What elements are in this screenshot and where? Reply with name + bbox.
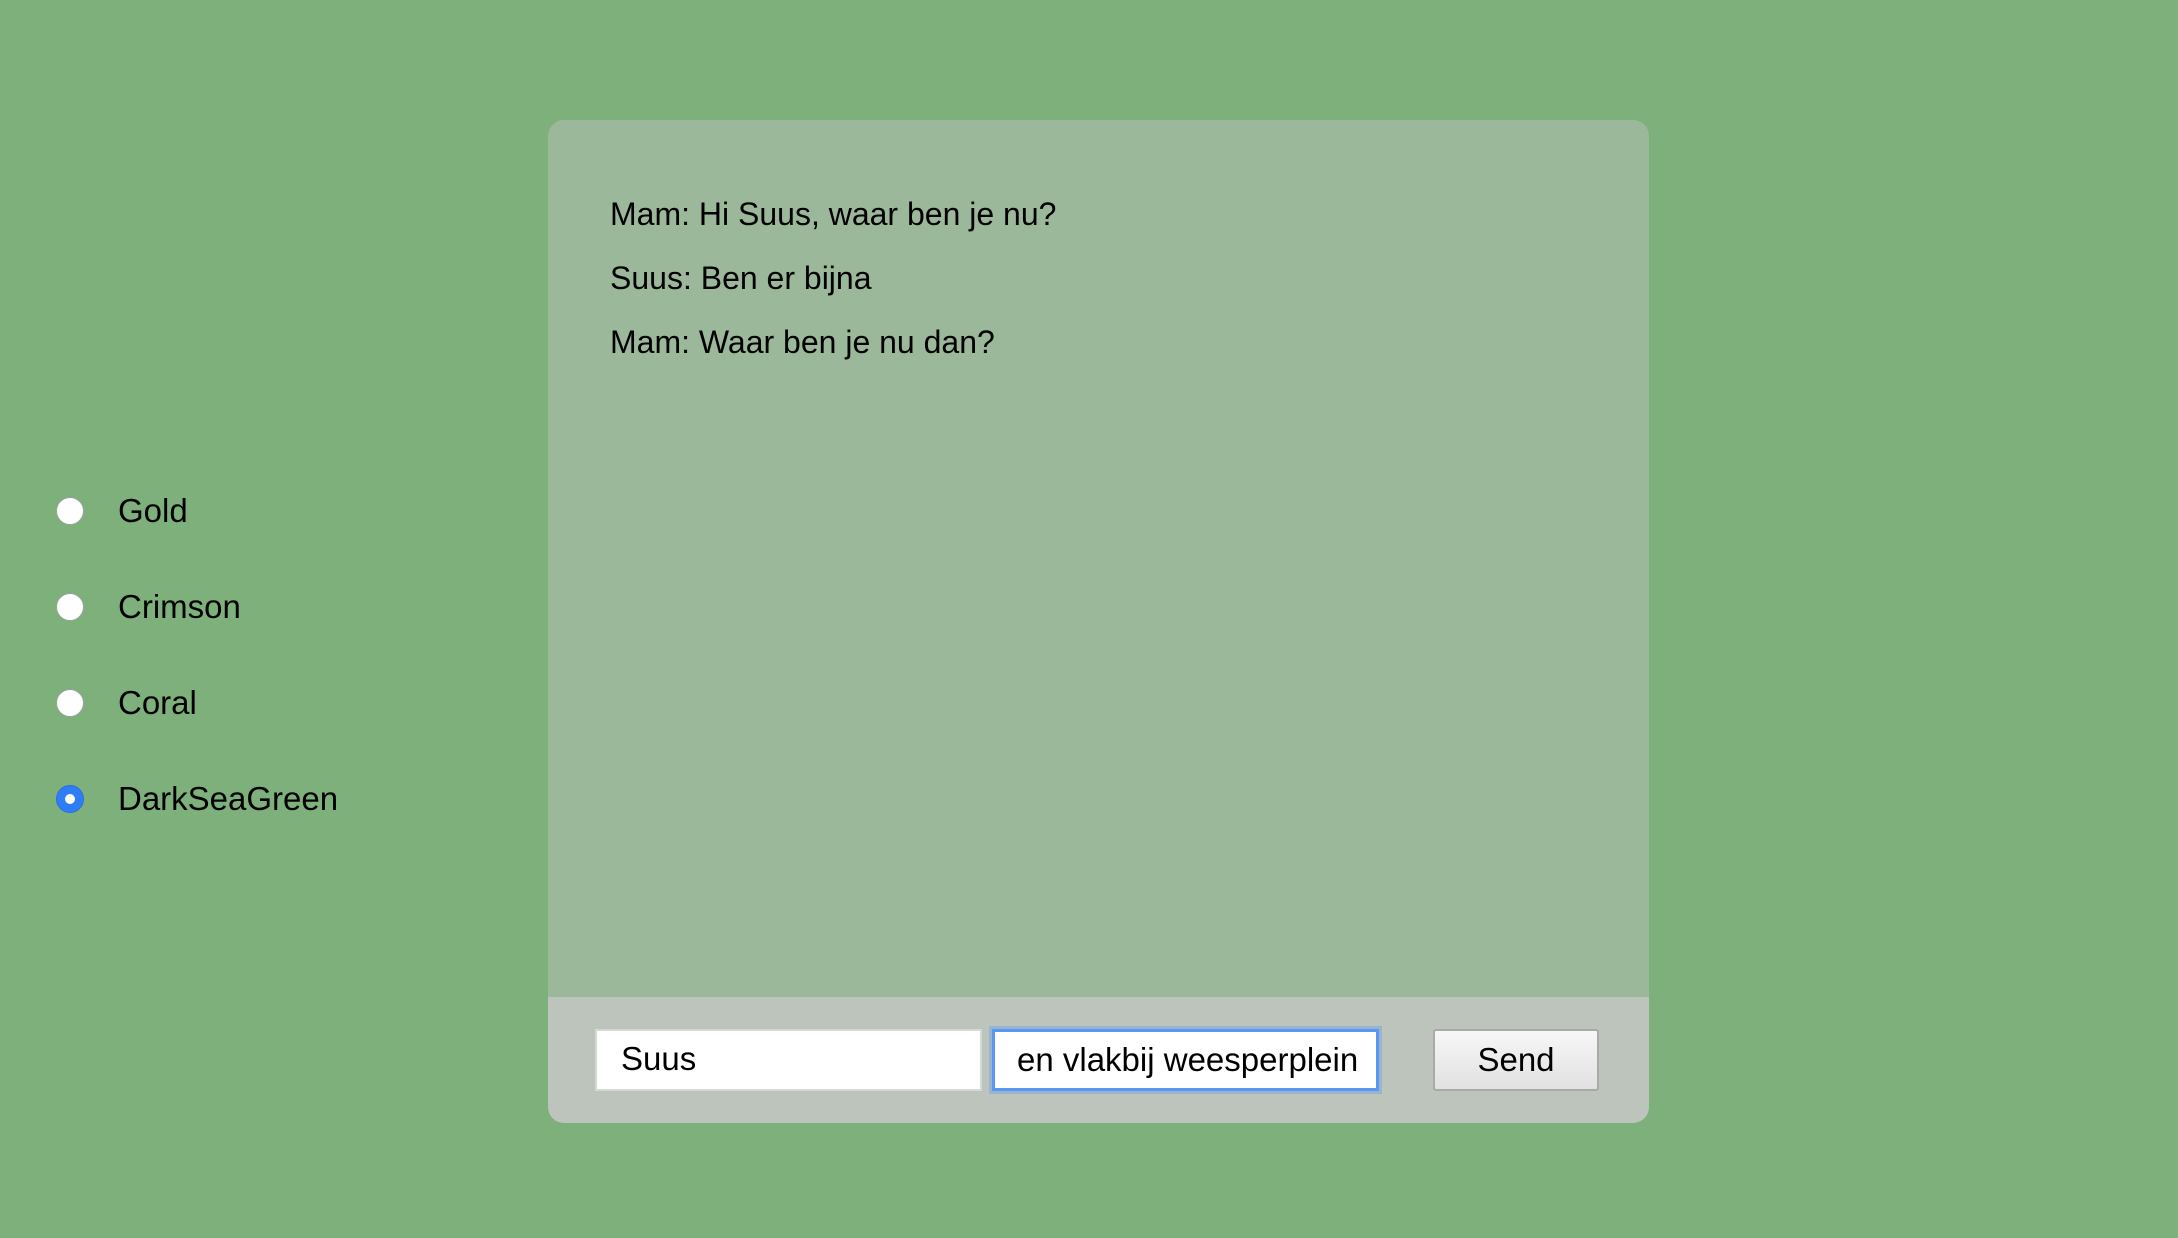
theme-option-label: Coral	[118, 684, 197, 721]
theme-option-gold[interactable]: Gold	[56, 487, 188, 535]
theme-option-label: DarkSeaGreen	[118, 780, 339, 817]
radio-gold[interactable]	[56, 497, 84, 525]
theme-option-crimson[interactable]: Crimson	[56, 583, 241, 631]
radio-coral[interactable]	[56, 689, 84, 717]
message-input[interactable]: en vlakbij weesperplein	[992, 1029, 1379, 1091]
theme-option-label: Gold	[118, 492, 188, 529]
chat-message: Mam: Waar ben je nu dan?	[610, 324, 995, 360]
message-list: Mam: Hi Suus, waar ben je nu? Suus: Ben …	[548, 120, 1649, 997]
theme-option-label: Crimson	[118, 588, 241, 625]
message-composer: Suus en vlakbij weesperplein Send	[548, 997, 1649, 1123]
radio-darkseagreen[interactable]	[56, 785, 84, 813]
chat-panel: Mam: Hi Suus, waar ben je nu? Suus: Ben …	[548, 120, 1649, 1123]
theme-option-coral[interactable]: Coral	[56, 679, 197, 727]
chat-message: Suus: Ben er bijna	[610, 260, 872, 296]
name-input[interactable]: Suus	[595, 1029, 982, 1091]
radio-crimson[interactable]	[56, 593, 84, 621]
send-button[interactable]: Send	[1433, 1029, 1599, 1091]
chat-message: Mam: Hi Suus, waar ben je nu?	[610, 196, 1057, 232]
theme-option-darkseagreen[interactable]: DarkSeaGreen	[56, 775, 338, 823]
